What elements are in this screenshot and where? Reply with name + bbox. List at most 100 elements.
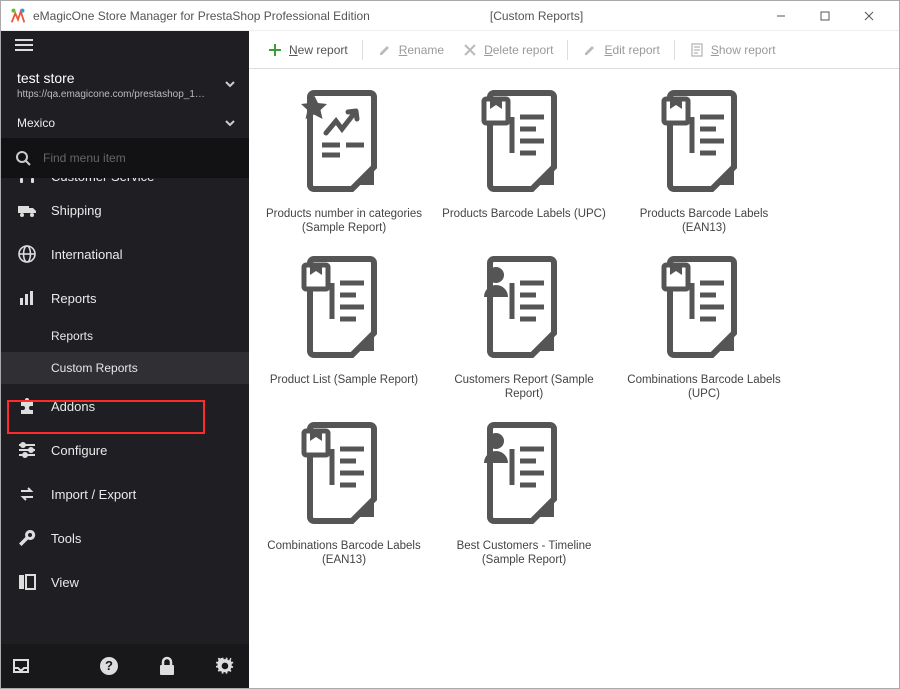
show-report-button[interactable]: Show report [681, 35, 784, 65]
shop-context-label: Mexico [17, 116, 55, 130]
sidebar-item-label: Custom Reports [51, 361, 138, 375]
main-area: NNew reportew report Rename Delete repor… [249, 31, 899, 688]
sidebar-item-label: Customer Service [51, 178, 154, 184]
sidebar-item-import-export[interactable]: Import / Export [1, 472, 249, 516]
window-title-suffix: [Custom Reports] [490, 9, 583, 23]
sidebar-subitem-reports[interactable]: Reports [1, 320, 249, 352]
plus-icon [267, 42, 283, 58]
sidebar-item-international[interactable]: International [1, 232, 249, 276]
report-tile-label: Combinations Barcode Labels (UPC) [619, 373, 789, 401]
menu-search-input[interactable] [41, 150, 235, 166]
report-document-icon [654, 85, 754, 201]
edit-report-button[interactable]: Edit report [574, 35, 667, 65]
maximize-button[interactable] [803, 2, 847, 30]
svg-text:?: ? [105, 658, 113, 673]
search-icon [15, 150, 31, 166]
sidebar-item-reports[interactable]: Reports [1, 276, 249, 320]
toolbar: NNew reportew report Rename Delete repor… [249, 31, 899, 69]
delete-report-button[interactable]: Delete report [454, 35, 561, 65]
report-tile-label: Product List (Sample Report) [270, 373, 418, 387]
report-tile[interactable]: Product List (Sample Report) [259, 251, 429, 401]
separator [362, 40, 363, 60]
pencil-icon [377, 42, 393, 58]
sidebar-item-shipping[interactable]: Shipping [1, 188, 249, 232]
report-tile-label: Combinations Barcode Labels (EAN13) [259, 539, 429, 567]
report-tile-label: Products number in categories (Sample Re… [259, 207, 429, 235]
sidebar-item-label: Configure [51, 443, 107, 458]
sidebar-item-label: Shipping [51, 203, 102, 218]
report-tile[interactable]: Products number in categories (Sample Re… [259, 85, 429, 235]
separator [567, 40, 568, 60]
app-icon [9, 7, 27, 25]
report-tile[interactable]: Combinations Barcode Labels (EAN13) [259, 417, 429, 567]
new-report-button[interactable]: NNew reportew report [259, 35, 356, 65]
sidebar-item-label: View [51, 575, 79, 590]
menu-search[interactable] [1, 138, 249, 178]
sidebar-item-label: Reports [51, 329, 93, 343]
sidebar-item-label: Reports [51, 291, 97, 306]
help-icon[interactable]: ? [95, 652, 123, 680]
shop-context-switcher[interactable]: Mexico [1, 108, 249, 138]
toolbar-label: Edit report [604, 43, 659, 57]
sidebar-item-configure[interactable]: Configure [1, 428, 249, 472]
panels-icon [17, 572, 37, 592]
sidebar-bottom-bar: ? [1, 644, 249, 688]
chevron-down-icon [223, 77, 237, 91]
store-url: https://qa.emagicone.com/prestashop_1764… [17, 89, 207, 100]
sidebar-subitem-custom-reports[interactable]: Custom Reports [1, 352, 249, 384]
gear-icon[interactable] [211, 652, 239, 680]
x-icon [462, 42, 478, 58]
report-document-icon [294, 417, 394, 533]
toolbar-label: Rename [399, 43, 444, 57]
inbox-icon[interactable] [7, 652, 35, 680]
report-tile-label: Customers Report (Sample Report) [439, 373, 609, 401]
report-document-icon [474, 251, 574, 367]
report-document-icon [474, 85, 574, 201]
puzzle-icon [17, 396, 37, 416]
toolbar-label: NNew reportew report [289, 43, 348, 57]
sidebar-item-label: Import / Export [51, 487, 136, 502]
sidebar-item-addons[interactable]: Addons [1, 384, 249, 428]
swap-icon [17, 484, 37, 504]
report-document-icon [474, 417, 574, 533]
title-bar: eMagicOne Store Manager for PrestaShop P… [1, 1, 899, 31]
sliders-icon [17, 440, 37, 460]
report-document-icon [654, 251, 754, 367]
rename-button[interactable]: Rename [369, 35, 452, 65]
toolbar-label: Show report [711, 43, 776, 57]
report-grid: Products number in categories (Sample Re… [249, 69, 899, 688]
minimize-button[interactable] [759, 2, 803, 30]
report-tile-label: Best Customers - Timeline (Sample Report… [439, 539, 609, 567]
truck-icon [17, 200, 37, 220]
headset-icon [17, 178, 37, 186]
close-button[interactable] [847, 2, 891, 30]
toolbar-label: Delete report [484, 43, 553, 57]
globe-icon [17, 244, 37, 264]
report-tile-label: Products Barcode Labels (UPC) [442, 207, 606, 221]
lock-icon[interactable] [153, 652, 181, 680]
sidebar-item-tools[interactable]: Tools [1, 516, 249, 560]
separator [674, 40, 675, 60]
pencil-icon [582, 42, 598, 58]
sidebar: test store https://qa.emagicone.com/pres… [1, 31, 249, 688]
store-name: test store [17, 69, 215, 87]
store-switcher[interactable]: test store https://qa.emagicone.com/pres… [1, 59, 249, 108]
report-document-icon [294, 251, 394, 367]
report-tile[interactable]: Combinations Barcode Labels (UPC) [619, 251, 789, 401]
report-document-icon [294, 85, 394, 201]
report-tile-label: Products Barcode Labels (EAN13) [619, 207, 789, 235]
sidebar-item-customer-service[interactable]: Customer Service [1, 178, 249, 188]
sidebar-item-label: Tools [51, 531, 81, 546]
sidebar-item-label: Addons [51, 399, 95, 414]
report-tile[interactable]: Products Barcode Labels (EAN13) [619, 85, 789, 235]
report-tile[interactable]: Best Customers - Timeline (Sample Report… [439, 417, 609, 567]
sidebar-item-label: International [51, 247, 123, 262]
chevron-down-icon [223, 116, 237, 130]
hamburger-icon[interactable] [15, 38, 33, 52]
report-tile[interactable]: Products Barcode Labels (UPC) [439, 85, 609, 235]
report-tile[interactable]: Customers Report (Sample Report) [439, 251, 609, 401]
report-preview-icon [689, 42, 705, 58]
wrench-icon [17, 528, 37, 548]
sidebar-item-view[interactable]: View [1, 560, 249, 604]
window-title-prefix: eMagicOne Store Manager for PrestaShop P… [33, 9, 370, 23]
